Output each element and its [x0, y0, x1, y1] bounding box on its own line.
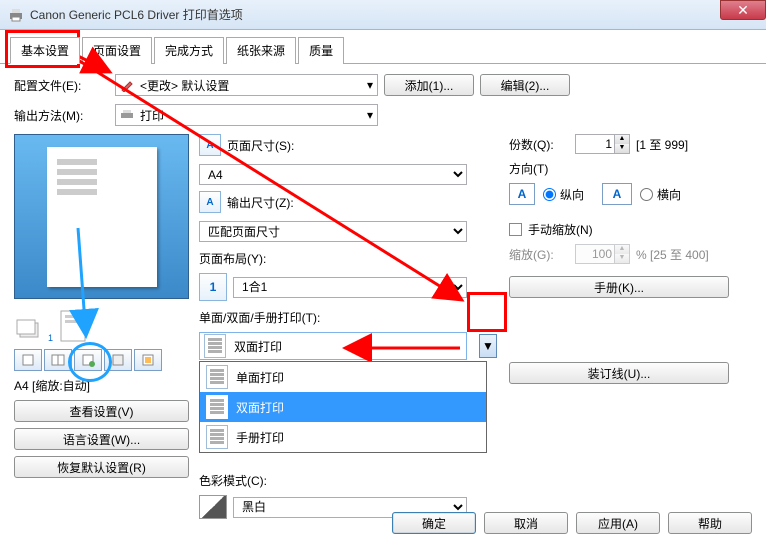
duplex-option-double[interactable]: 双面打印	[200, 392, 486, 422]
landscape-label: 横向	[657, 186, 681, 203]
binding-button[interactable]: 装订线(U)...	[509, 362, 729, 384]
copies-label: 份数(Q):	[509, 136, 569, 153]
ok-button[interactable]: 确定	[392, 512, 476, 534]
cancel-button[interactable]: 取消	[484, 512, 568, 534]
output-select[interactable]: 打印 ▾	[115, 104, 378, 126]
preview-mode-strip	[14, 349, 189, 371]
copies-input[interactable]	[576, 135, 614, 153]
output-size-select[interactable]: 匹配页面尺寸	[199, 221, 467, 242]
mode-btn-2[interactable]	[44, 349, 72, 371]
tab-source[interactable]: 纸张来源	[226, 37, 296, 64]
layout-icon: 1	[199, 273, 227, 301]
profile-edit-button[interactable]: 编辑(2)...	[480, 74, 570, 96]
tab-page[interactable]: 页面设置	[82, 37, 152, 64]
apply-button[interactable]: 应用(A)	[576, 512, 660, 534]
layout-select[interactable]: 1合1	[233, 277, 467, 298]
portrait-radio[interactable]	[543, 188, 556, 201]
scale-label: 缩放(G):	[509, 246, 569, 263]
duplex-value: 双面打印	[234, 338, 282, 355]
orient-label: 方向(T)	[509, 160, 752, 177]
mode-btn-4[interactable]	[104, 349, 132, 371]
landscape-icon: A	[602, 183, 632, 205]
page-size-select[interactable]: A4	[199, 164, 467, 185]
tab-basic[interactable]: 基本设置	[10, 37, 80, 64]
help-button[interactable]: 帮助	[668, 512, 752, 534]
profile-label: 配置文件(E):	[14, 77, 109, 94]
copies-spinner[interactable]: ▲▼	[575, 134, 630, 154]
duplex-option-single[interactable]: 单面打印	[200, 362, 486, 392]
profile-select[interactable]: <更改> 默认设置 ▾	[115, 74, 378, 96]
tab-finish[interactable]: 完成方式	[154, 37, 224, 64]
output-size-icon: A	[199, 191, 221, 213]
output-value: 打印	[140, 107, 164, 124]
page-size-label: 页面尺寸(S):	[227, 137, 294, 154]
tab-bar: 基本设置 页面设置 完成方式 纸张来源 质量	[0, 30, 766, 64]
profile-add-button[interactable]: 添加(1)...	[384, 74, 474, 96]
preview-pane	[14, 134, 189, 299]
stack-icon	[14, 313, 44, 343]
duplex-select[interactable]: 双面打印 ▼	[199, 332, 467, 360]
title-bar: Canon Generic PCL6 Driver 打印首选项 ✕	[0, 0, 766, 30]
manual-scale-label: 手动缩放(N)	[528, 221, 593, 238]
restore-defaults-button[interactable]: 恢复默认设置(R)	[14, 456, 189, 478]
portrait-label: 纵向	[560, 186, 584, 203]
close-button[interactable]: ✕	[720, 0, 766, 20]
language-button[interactable]: 语言设置(W)...	[14, 428, 189, 450]
dialog-footer: 确定 取消 应用(A) 帮助	[392, 512, 752, 534]
preview-caption: A4 [缩放:自动]	[14, 377, 189, 394]
mode-btn-5[interactable]	[134, 349, 162, 371]
booklet-button[interactable]: 手册(K)...	[509, 276, 729, 298]
output-size-label: 输出尺寸(Z):	[227, 194, 294, 211]
spinner-up[interactable]: ▲	[614, 135, 629, 144]
printer-small-icon	[120, 108, 134, 122]
copies-range: [1 至 999]	[636, 136, 688, 153]
view-settings-button[interactable]: 查看设置(V)	[14, 400, 189, 422]
single-page-icon	[206, 365, 228, 389]
spinner-down[interactable]: ▼	[614, 144, 629, 153]
mode-btn-1[interactable]	[14, 349, 42, 371]
portrait-icon: A	[509, 183, 535, 205]
manual-scale-checkbox[interactable]	[509, 223, 522, 236]
output-label: 输出方法(M):	[14, 107, 109, 124]
duplex-dropdown-list: 单面打印 双面打印 手册打印	[199, 361, 487, 453]
scale-range: % [25 至 400]	[636, 246, 709, 263]
mode-btn-3[interactable]	[74, 349, 102, 371]
printer-icon	[8, 7, 24, 23]
layout-label: 页面布局(Y):	[199, 250, 499, 267]
page-size-icon: A	[199, 134, 221, 156]
duplex-option-booklet[interactable]: 手册打印	[200, 422, 486, 452]
pencil-icon	[120, 78, 134, 92]
window-title: Canon Generic PCL6 Driver 打印首选项	[30, 6, 243, 23]
scale-input	[576, 245, 614, 263]
landscape-radio[interactable]	[640, 188, 653, 201]
duplex-label: 单面/双面/手册打印(T):	[199, 309, 499, 326]
profile-value: <更改> 默认设置	[140, 77, 229, 94]
colormode-icon	[199, 495, 227, 519]
colormode-label: 色彩模式(C):	[199, 472, 499, 489]
duplex-selected-icon	[204, 334, 226, 358]
scale-spinner: ▲▼	[575, 244, 630, 264]
preview-sheet-icon	[47, 147, 157, 287]
double-page-icon	[206, 395, 228, 419]
page-icon	[57, 309, 91, 343]
dropdown-arrow-icon[interactable]: ▼	[479, 334, 497, 358]
booklet-icon	[206, 425, 228, 449]
tab-quality[interactable]: 质量	[298, 37, 344, 64]
